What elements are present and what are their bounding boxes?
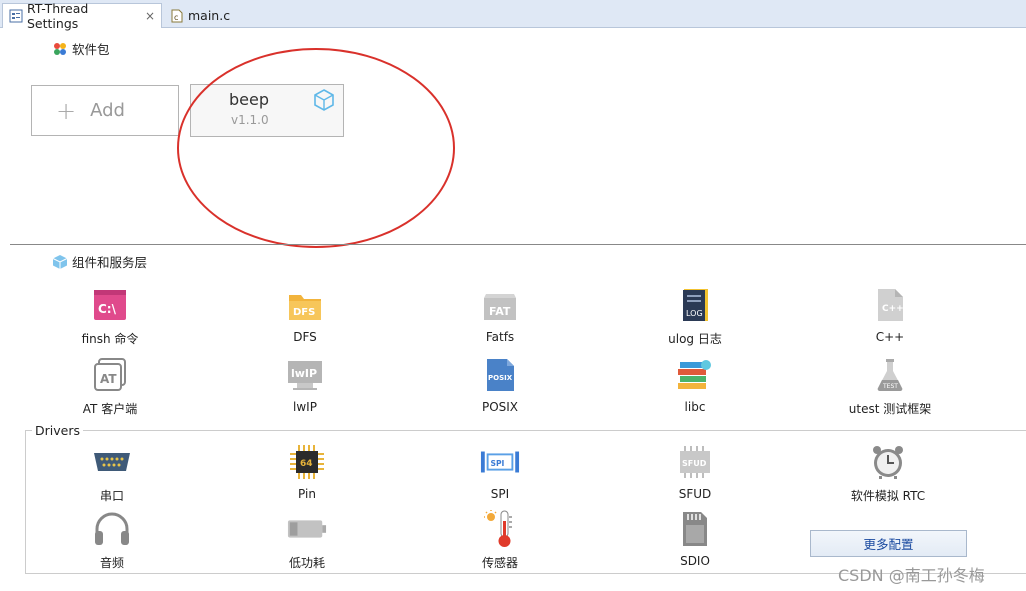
component-dfs[interactable]: DFS DFS [245, 286, 365, 344]
driver-sfud[interactable]: SFUD SFUD [635, 443, 755, 501]
thermometer-icon [480, 510, 520, 548]
section-divider [10, 244, 1026, 245]
battery-icon [287, 510, 327, 548]
component-lwip[interactable]: lwIP lwIP [245, 356, 365, 414]
svg-text:SFUD: SFUD [682, 459, 707, 468]
terminal-icon: C:\ [90, 286, 130, 324]
package-version: v1.1.0 [231, 113, 269, 127]
headphones-icon [92, 510, 132, 548]
svg-text:FAT: FAT [489, 305, 511, 318]
component-cpp[interactable]: C++ C++ [830, 286, 950, 344]
components-section-title: 组件和服务层 [52, 252, 147, 271]
sfud-chip-icon: SFUD [675, 443, 715, 481]
tab-rt-thread-settings[interactable]: RT-Thread Settings × [2, 1, 162, 31]
sd-card-icon [675, 510, 715, 548]
books-icon [675, 356, 715, 394]
chip-icon: 64 [287, 443, 327, 481]
flask-icon: TEST [870, 356, 910, 394]
driver-low-power[interactable]: 低功耗 [247, 510, 367, 571]
components-cube-icon [52, 254, 68, 270]
close-icon[interactable]: × [145, 9, 155, 23]
spi-icon: SPI [480, 443, 520, 481]
driver-sdio[interactable]: SDIO [635, 510, 755, 568]
component-at-client[interactable]: AT AT 客户端 [50, 356, 170, 417]
svg-text:lwIP: lwIP [291, 367, 317, 380]
tab-label: main.c [188, 8, 231, 23]
at-icon: AT [90, 356, 130, 394]
svg-text:TEST: TEST [882, 383, 898, 390]
log-book-icon: LOG [675, 286, 715, 324]
tab-main-c[interactable]: c main.c [164, 3, 230, 28]
folder-icon: DFS [285, 286, 325, 324]
driver-soft-rtc[interactable]: 软件模拟 RTC [828, 443, 948, 504]
driver-spi[interactable]: SPI SPI [440, 443, 560, 501]
cpp-file-icon: C++ [870, 286, 910, 324]
driver-pin[interactable]: 64 Pin [247, 443, 367, 501]
c-file-icon: c [170, 9, 184, 23]
driver-serial[interactable]: 串口 [52, 443, 172, 504]
component-libc[interactable]: libc [635, 356, 755, 414]
driver-sensor[interactable]: 传感器 [440, 510, 560, 571]
fat-drive-icon: FAT [480, 286, 520, 324]
package-card-beep[interactable]: beep v1.1.0 [190, 84, 344, 137]
svg-text:64: 64 [300, 459, 313, 469]
component-utest[interactable]: TEST utest 测试框架 [830, 356, 950, 417]
package-cube-icon [313, 89, 335, 111]
tab-label: RT-Thread Settings [27, 1, 89, 31]
svg-text:LOG: LOG [686, 309, 703, 318]
component-posix[interactable]: POSIX POSIX [440, 356, 560, 414]
packages-section-title: 软件包 [52, 39, 110, 58]
posix-file-icon: POSIX [480, 356, 520, 394]
svg-text:SPI: SPI [490, 459, 504, 468]
driver-audio[interactable]: 音频 [52, 510, 172, 571]
add-label: Add [90, 100, 125, 121]
svg-text:DFS: DFS [293, 307, 315, 318]
add-package-button[interactable]: + Add [31, 85, 179, 136]
settings-file-icon [9, 9, 23, 23]
alarm-clock-icon [868, 443, 908, 481]
svg-text:c: c [174, 13, 178, 22]
editor-tab-bar: RT-Thread Settings × c main.c [0, 0, 1026, 31]
packages-icon [52, 41, 68, 57]
lwip-icon: lwIP [285, 356, 325, 394]
svg-text:C:\: C:\ [98, 302, 117, 316]
svg-text:C++: C++ [882, 304, 904, 314]
svg-text:AT: AT [100, 372, 117, 386]
svg-text:POSIX: POSIX [488, 374, 513, 382]
component-fatfs[interactable]: FAT Fatfs [440, 286, 560, 344]
component-ulog[interactable]: LOG ulog 日志 [635, 286, 755, 347]
serial-port-icon [92, 443, 132, 481]
watermark: CSDN @南工孙冬梅 [838, 566, 985, 585]
plus-icon: + [56, 96, 77, 125]
package-name: beep [229, 90, 269, 109]
drivers-title: Drivers [32, 423, 83, 438]
component-finsh[interactable]: C:\ finsh 命令 [50, 286, 170, 347]
more-config-button[interactable]: 更多配置 [810, 530, 967, 557]
